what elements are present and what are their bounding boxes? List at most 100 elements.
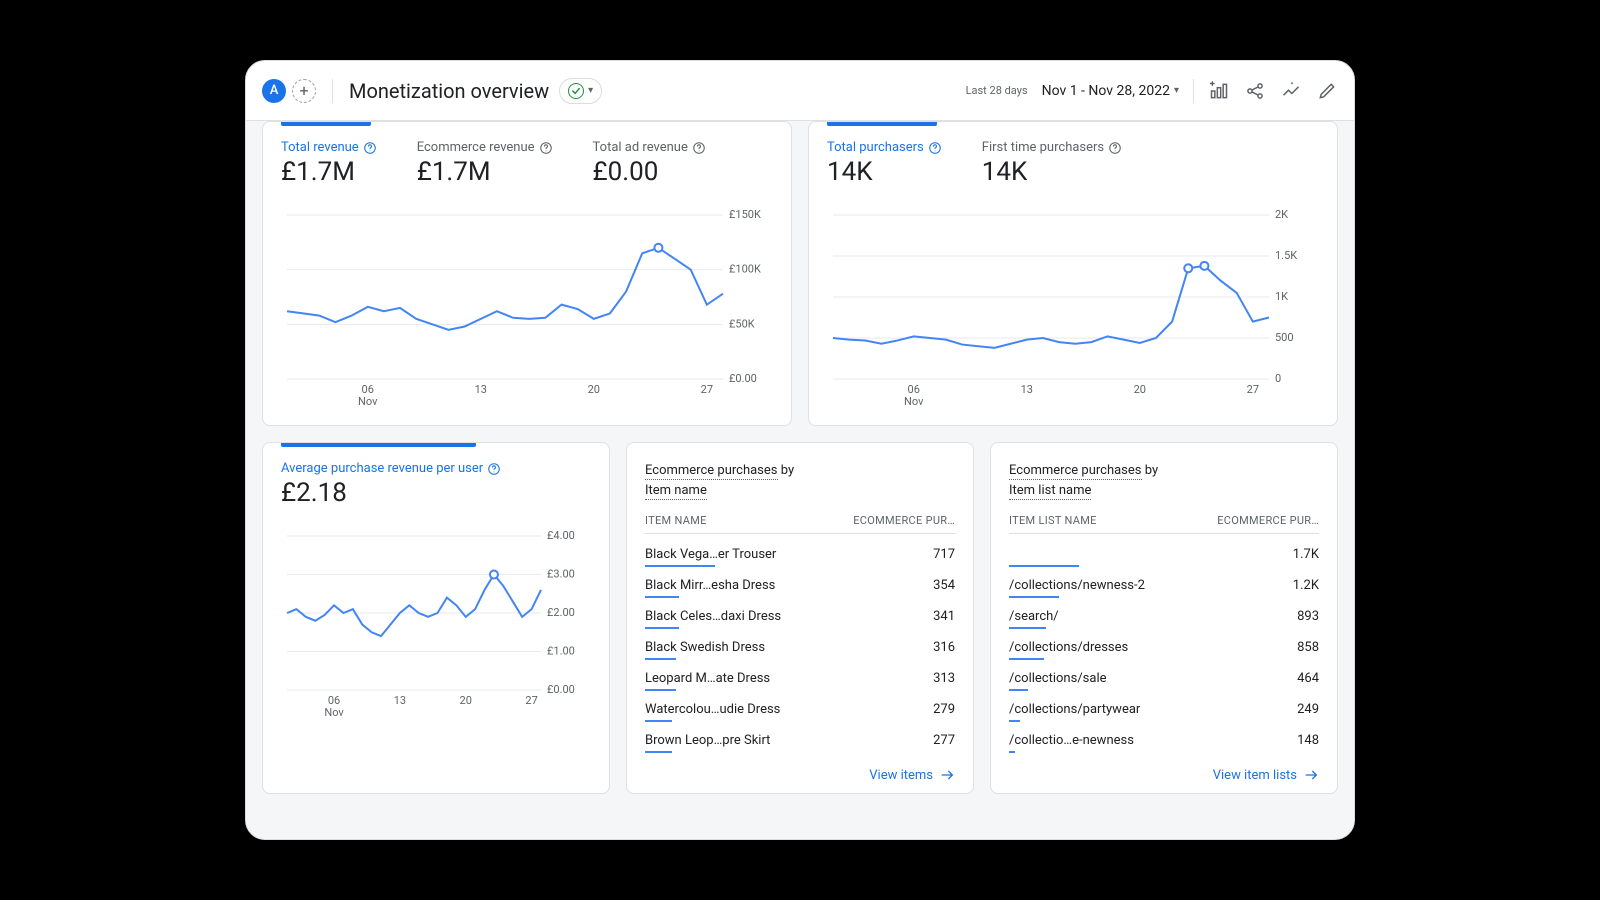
row-value: 341 [933, 609, 955, 624]
table-row[interactable]: /collections/newness-21.2K [1009, 571, 1319, 596]
svg-text:£150K: £150K [729, 208, 761, 221]
table-row[interactable]: /collections/partywear 249 [1009, 695, 1319, 720]
item-list-purchases-card: Ecommerce purchases by Item list name IT… [990, 442, 1338, 794]
table-header: ITEM LIST NAME ECOMMERCE PUR… [1009, 514, 1319, 534]
view-items-link[interactable]: View items [627, 757, 973, 793]
svg-text:£100K: £100K [729, 263, 761, 276]
active-tab-indicator [281, 122, 371, 126]
row-name: Black Swedish Dress [645, 640, 765, 655]
row-name: /collections/sale [1009, 671, 1107, 686]
table-row[interactable]: /collections/dresses858 [1009, 633, 1319, 658]
row-value: 316 [933, 640, 955, 655]
table-body: 1.7K/collections/newness-21.2K/search/89… [1009, 540, 1319, 753]
metric-label: Total revenue [281, 140, 377, 155]
view-item-lists-label: View item lists [1213, 768, 1297, 783]
arpu-chart: £0.00£1.00£2.00£3.00£4.0006Nov132027 [281, 526, 591, 726]
row-bar [1009, 751, 1015, 753]
table-row[interactable]: Brown Leop…pre Skirt277 [645, 726, 955, 751]
col-purchases: ECOMMERCE PUR… [1217, 514, 1319, 527]
table-row[interactable]: 1.7K [1009, 540, 1319, 565]
table-title: Ecommerce purchases by Item name [645, 461, 955, 500]
help-icon[interactable] [363, 141, 377, 155]
help-icon[interactable] [692, 141, 706, 155]
col-purchases: ECOMMERCE PUR… [853, 514, 955, 527]
row-name: Black Mirr…esha Dress [645, 578, 775, 593]
table-row[interactable]: /collections/sale 464 [1009, 664, 1319, 689]
add-account-button[interactable]: + [292, 79, 316, 103]
metric-value: £0.00 [593, 157, 706, 187]
item-purchases-card: Ecommerce purchases by Item name ITEM NA… [626, 442, 974, 794]
table-body: Black Vega…er Trouser 717 Black Mirr…esha … [645, 540, 955, 753]
help-icon[interactable] [928, 141, 942, 155]
svg-text:£4.00: £4.00 [547, 529, 575, 542]
metric-tab[interactable]: Ecommerce revenue£1.7M [417, 140, 553, 187]
row-value: 717 [933, 547, 955, 562]
help-icon[interactable] [539, 141, 553, 155]
row-value: 249 [1297, 702, 1319, 717]
row-value: 1.2K [1293, 578, 1319, 593]
row-bar [645, 627, 679, 629]
table-row[interactable]: Leopard M…ate Dress313 [645, 664, 955, 689]
table-row[interactable]: Black Celes…daxi Dress341 [645, 602, 955, 627]
metric-tab[interactable]: Average purchase revenue per user£2.18 [281, 461, 501, 508]
help-icon[interactable] [1108, 141, 1122, 155]
metric-tab[interactable]: Total revenue£1.7M [281, 140, 377, 187]
svg-text:£50K: £50K [729, 317, 755, 330]
metric-tab[interactable]: Total ad revenue£0.00 [593, 140, 706, 187]
metric-tab[interactable]: Total purchasers14K [827, 140, 942, 187]
col-item-name: ITEM NAME [645, 514, 707, 527]
page-title: Monetization overview [349, 79, 549, 103]
table-row[interactable]: Black Vega…er Trouser 717 [645, 540, 955, 565]
row-name: Brown Leop…pre Skirt [645, 733, 770, 748]
svg-text:13: 13 [475, 383, 487, 396]
divider [1193, 79, 1194, 103]
row-value: 464 [1297, 671, 1319, 686]
table-row[interactable]: /search/893 [1009, 602, 1319, 627]
revenue-card: Total revenue£1.7MEcommerce revenue£1.7M… [262, 121, 792, 426]
svg-text:1.5K: 1.5K [1275, 249, 1297, 262]
account-avatar[interactable]: A [262, 79, 286, 103]
row-bar [1009, 720, 1020, 722]
row-value: 1.7K [1293, 547, 1319, 562]
row-name: Leopard M…ate Dress [645, 671, 770, 686]
metric-value: 14K [982, 157, 1122, 187]
view-item-lists-link[interactable]: View item lists [991, 757, 1337, 793]
metric-label: First time purchasers [982, 140, 1122, 155]
content-area: Total revenue£1.7MEcommerce revenue£1.7M… [246, 121, 1354, 839]
insights-icon[interactable] [1280, 80, 1302, 102]
row-value: 893 [1297, 609, 1319, 624]
date-range-picker[interactable]: Nov 1 - Nov 28, 2022 ▾ [1042, 83, 1179, 99]
row-name: Black Vega…er Trouser [645, 547, 776, 562]
row-bar [1009, 658, 1044, 660]
row-name: Watercolou…udie Dress [645, 702, 780, 717]
svg-text:13: 13 [1021, 383, 1033, 396]
table-row[interactable]: Black Mirr…esha Dress354 [645, 571, 955, 596]
metric-value: £1.7M [417, 157, 553, 187]
row-name: /search/ [1009, 609, 1059, 624]
top-bar: A + Monetization overview ▾ Last 28 days… [246, 61, 1354, 121]
svg-text:£1.00: £1.00 [547, 645, 575, 658]
share-icon[interactable] [1244, 80, 1266, 102]
metric-tab[interactable]: First time purchasers 14K [982, 140, 1122, 187]
table-title-dimension[interactable]: Item name [645, 483, 707, 500]
status-pill[interactable]: ▾ [559, 78, 602, 104]
svg-text:20: 20 [588, 383, 600, 396]
row-name: /collections/partywear [1009, 702, 1140, 717]
table-row[interactable]: Watercolou…udie Dress279 [645, 695, 955, 720]
customize-report-icon[interactable] [1208, 80, 1230, 102]
row-bar [1009, 627, 1046, 629]
table-row[interactable]: Black Swedish Dress 316 [645, 633, 955, 658]
date-range-text: Nov 1 - Nov 28, 2022 [1042, 83, 1170, 99]
row-bar [645, 565, 715, 567]
svg-text:1K: 1K [1275, 290, 1288, 303]
row-name: /collections/dresses [1009, 640, 1128, 655]
svg-text:£2.00: £2.00 [547, 606, 575, 619]
row-bar [645, 658, 676, 660]
edit-icon[interactable] [1316, 80, 1338, 102]
help-icon[interactable] [487, 462, 501, 476]
arrow-right-icon [939, 767, 955, 783]
chevron-down-icon: ▾ [1174, 85, 1179, 96]
table-row[interactable]: /collectio…e-newness148 [1009, 726, 1319, 751]
table-title-dimension[interactable]: Item list name [1009, 483, 1091, 500]
table-title: Ecommerce purchases by Item list name [1009, 461, 1319, 500]
